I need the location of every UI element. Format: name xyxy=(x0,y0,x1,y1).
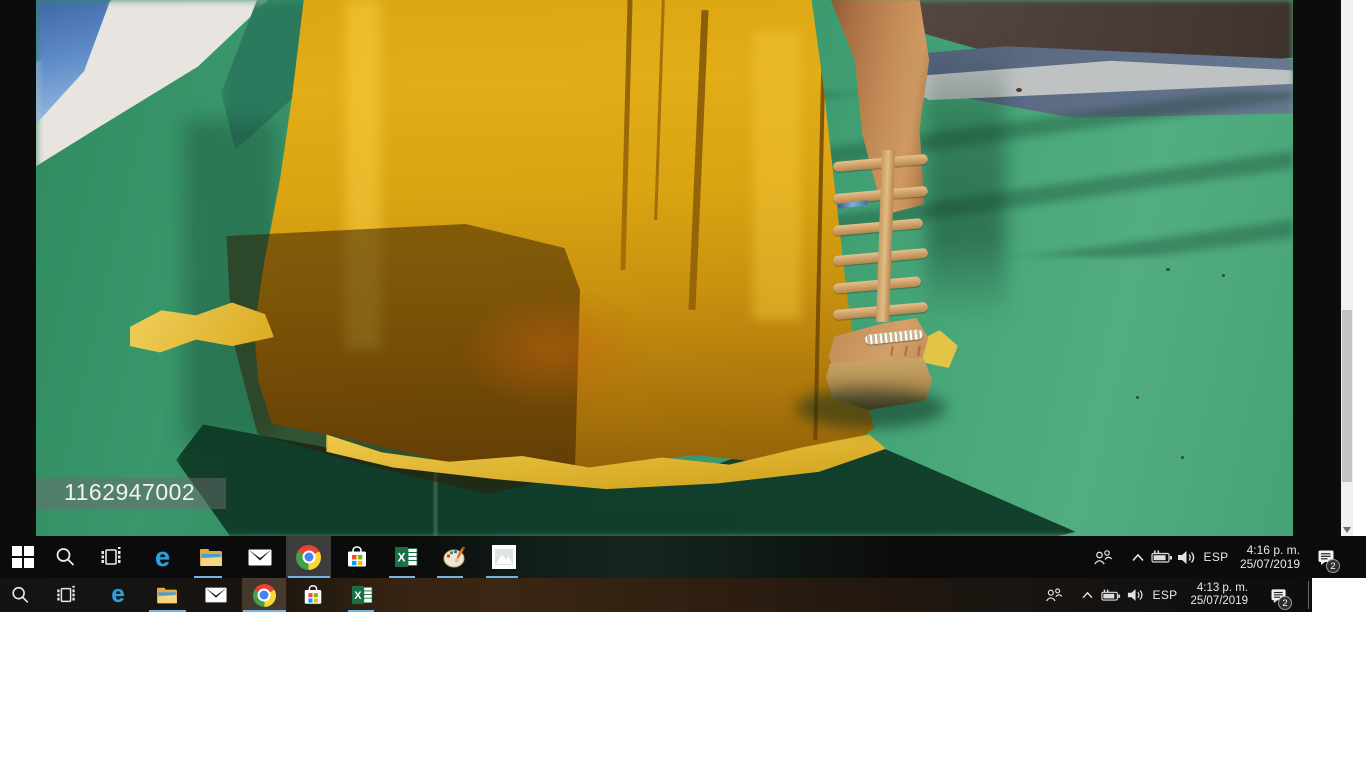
notification-badge: 2 xyxy=(1326,559,1340,573)
dress-satin-highlight xyxy=(753,30,801,320)
paint-icon xyxy=(443,546,467,568)
photos-icon xyxy=(492,545,516,569)
taskbar2-people-button[interactable] xyxy=(1042,578,1066,612)
taskbar1-edge-button[interactable]: e xyxy=(140,536,185,578)
taskbar1-paint-button[interactable] xyxy=(432,536,477,578)
carpet-debris xyxy=(1016,88,1022,92)
taskbar1-battery-button[interactable] xyxy=(1150,536,1174,578)
tray-time: 4:16 p. m. xyxy=(1247,543,1300,557)
dress-amber-glow xyxy=(456,290,646,410)
taskbar2-action-center-button[interactable]: 2 xyxy=(1262,578,1296,612)
taskbar2-search-button[interactable] xyxy=(0,578,40,612)
strappy-sandal xyxy=(826,150,942,420)
taskbar2-mail-button[interactable] xyxy=(196,578,236,612)
taskbar1-people-button[interactable] xyxy=(1090,536,1116,578)
running-indicator-excel xyxy=(348,610,374,612)
tray-time: 4:13 p. m. xyxy=(1197,582,1248,595)
taskbar2-store-button[interactable] xyxy=(293,578,333,612)
taskbar2-file-explorer-button[interactable] xyxy=(147,578,187,612)
file-explorer-icon xyxy=(156,586,178,605)
taskbar2-clock[interactable]: 4:13 p. m. 25/07/2019 xyxy=(1184,578,1248,612)
taskbar1-clock[interactable]: 4:16 p. m. 25/07/2019 xyxy=(1234,536,1300,578)
edge-icon: e xyxy=(155,544,170,571)
taskbar2-chrome-button[interactable] xyxy=(244,578,284,612)
taskbar1-store-button[interactable] xyxy=(334,536,379,578)
taskbar1-task-view-button[interactable] xyxy=(88,536,133,578)
taskbar1-search-button[interactable] xyxy=(42,536,87,578)
taskbar2-show-hidden-icons-button[interactable] xyxy=(1078,578,1096,612)
speaker-icon xyxy=(1177,550,1197,565)
tray-date: 25/07/2019 xyxy=(1240,557,1300,571)
excel-icon: X xyxy=(351,585,373,605)
image-viewer-area: 1162947002 xyxy=(0,0,1341,536)
chevron-up-icon xyxy=(1131,553,1145,562)
running-indicator-file-explorer xyxy=(149,610,186,612)
dress-fold-line xyxy=(620,0,632,270)
scrollbar-thumb[interactable] xyxy=(1342,310,1352,482)
chrome-icon-center xyxy=(304,553,313,562)
mail-icon xyxy=(248,549,272,566)
taskbar2-volume-button[interactable] xyxy=(1126,578,1146,612)
running-indicator-chrome xyxy=(243,610,286,612)
watermark-text: 1162947002 xyxy=(64,479,195,506)
notification-badge: 2 xyxy=(1278,596,1292,610)
taskbar1-file-explorer-button[interactable] xyxy=(188,536,233,578)
battery-charging-icon xyxy=(1101,589,1121,602)
excel-icon: X xyxy=(394,546,418,568)
desktop-screen: 1162947002 xyxy=(0,0,1366,768)
carpet-speck xyxy=(1181,456,1184,459)
carpet-speck xyxy=(1136,396,1139,399)
taskbar-divider xyxy=(1308,581,1309,609)
people-icon xyxy=(1092,549,1114,566)
dress-fold-line xyxy=(813,0,826,440)
taskbar2-task-view-button[interactable] xyxy=(46,578,86,612)
language-label: ESP xyxy=(1153,588,1178,602)
carpet-speck xyxy=(1166,268,1170,271)
taskbar1-mail-button[interactable] xyxy=(237,536,282,578)
mail-icon xyxy=(205,587,227,603)
speaker-icon xyxy=(1127,588,1145,602)
search-icon xyxy=(10,585,30,605)
taskbar2-language-indicator[interactable]: ESP xyxy=(1150,578,1180,612)
taskbar-secondary: e xyxy=(0,578,1312,612)
chrome-icon xyxy=(296,545,321,570)
scroll-down-button[interactable] xyxy=(1343,527,1351,533)
store-icon xyxy=(345,545,369,569)
excel-icon-letter: X xyxy=(354,590,362,602)
dress-fold-line xyxy=(689,10,709,310)
red-carpet-photo[interactable]: 1162947002 xyxy=(36,0,1293,536)
task-view-icon xyxy=(99,545,123,569)
taskbar2-excel-button[interactable]: X xyxy=(342,578,382,612)
battery-charging-icon xyxy=(1151,550,1173,564)
taskbar1-show-hidden-icons-button[interactable] xyxy=(1128,536,1148,578)
taskbar1-action-center-button[interactable]: 2 xyxy=(1308,536,1344,578)
taskbar1-photos-button[interactable] xyxy=(481,536,526,578)
file-explorer-icon xyxy=(199,547,223,568)
edge-icon: e xyxy=(111,583,124,607)
sandal-front-strap xyxy=(876,150,895,322)
taskbar2-battery-button[interactable] xyxy=(1100,578,1122,612)
chevron-up-icon xyxy=(1081,591,1094,599)
store-icon xyxy=(302,584,324,606)
excel-icon-letter: X xyxy=(397,551,405,565)
watermark-band: 1162947002 xyxy=(36,478,226,509)
taskbar1-start-button[interactable] xyxy=(0,536,45,578)
taskbar1-language-indicator[interactable]: ESP xyxy=(1200,536,1232,578)
chrome-icon-center xyxy=(260,591,269,600)
windows-start-icon xyxy=(12,546,34,568)
taskbar2-edge-button[interactable]: e xyxy=(98,578,138,612)
people-icon xyxy=(1044,587,1064,603)
tray-date: 25/07/2019 xyxy=(1190,595,1248,608)
language-label: ESP xyxy=(1204,550,1229,564)
dress-fold-line xyxy=(654,0,665,220)
foot-shadow xyxy=(796,388,946,428)
carpet-speck xyxy=(1222,274,1225,277)
search-icon xyxy=(54,546,76,568)
taskbar1-volume-button[interactable] xyxy=(1176,536,1198,578)
taskbar1-chrome-button[interactable] xyxy=(286,536,331,578)
taskbar-primary: e xyxy=(0,536,1366,578)
chrome-icon xyxy=(253,584,276,607)
taskbar1-excel-button[interactable]: X xyxy=(383,536,428,578)
task-view-icon xyxy=(55,584,77,606)
